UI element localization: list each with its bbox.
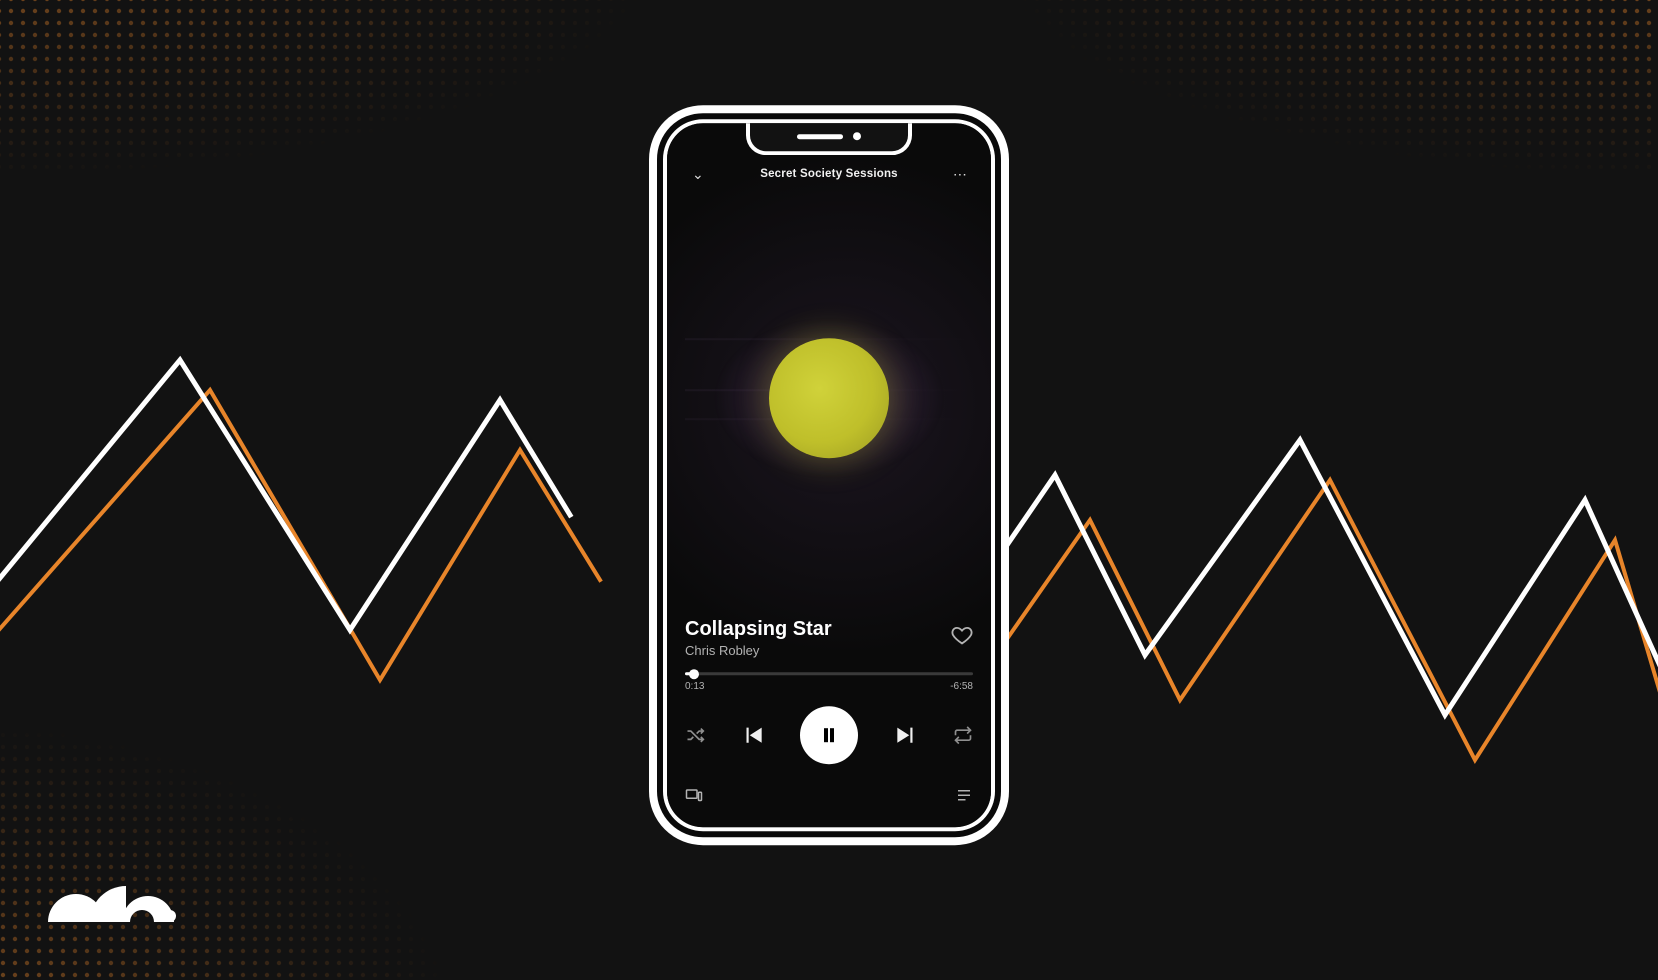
time-remaining: -6:58	[950, 681, 973, 692]
progress-knob[interactable]	[689, 669, 699, 679]
heart-icon[interactable]	[951, 624, 973, 652]
progress-bar[interactable]	[685, 672, 973, 675]
next-icon[interactable]	[893, 722, 919, 748]
zigzag-orange-right	[905, 480, 1658, 785]
repeat-icon[interactable]	[953, 725, 973, 745]
halftone-top-right	[998, 0, 1658, 180]
zigzag-orange	[0, 390, 600, 680]
chevron-down-icon[interactable]: ⌄	[685, 166, 711, 183]
player-header: ⌄ Secret Society Sessions ⋯	[685, 163, 973, 185]
devices-icon[interactable]	[685, 786, 703, 809]
more-icon[interactable]: ⋯	[947, 166, 973, 183]
time-elapsed: 0:13	[685, 681, 704, 692]
album-art-sun	[769, 338, 889, 458]
phone-mockup: ⌄ Secret Society Sessions ⋯ Collapsing S…	[649, 105, 1009, 845]
brand-logo	[48, 852, 178, 932]
playlist-title: Secret Society Sessions	[711, 168, 947, 180]
shuffle-icon[interactable]	[685, 725, 705, 745]
pause-button[interactable]	[800, 706, 858, 764]
track-title: Collapsing Star	[685, 617, 832, 641]
phone-screen: ⌄ Secret Society Sessions ⋯ Collapsing S…	[663, 119, 995, 831]
track-artist: Chris Robley	[685, 643, 832, 658]
phone-notch	[746, 121, 912, 155]
previous-icon[interactable]	[740, 722, 766, 748]
zigzag-white-left	[0, 360, 570, 630]
album-art	[685, 185, 973, 611]
music-player: ⌄ Secret Society Sessions ⋯ Collapsing S…	[667, 123, 991, 827]
halftone-bottom-left	[0, 720, 460, 980]
queue-icon[interactable]	[955, 786, 973, 809]
halftone-top-left	[0, 0, 660, 180]
